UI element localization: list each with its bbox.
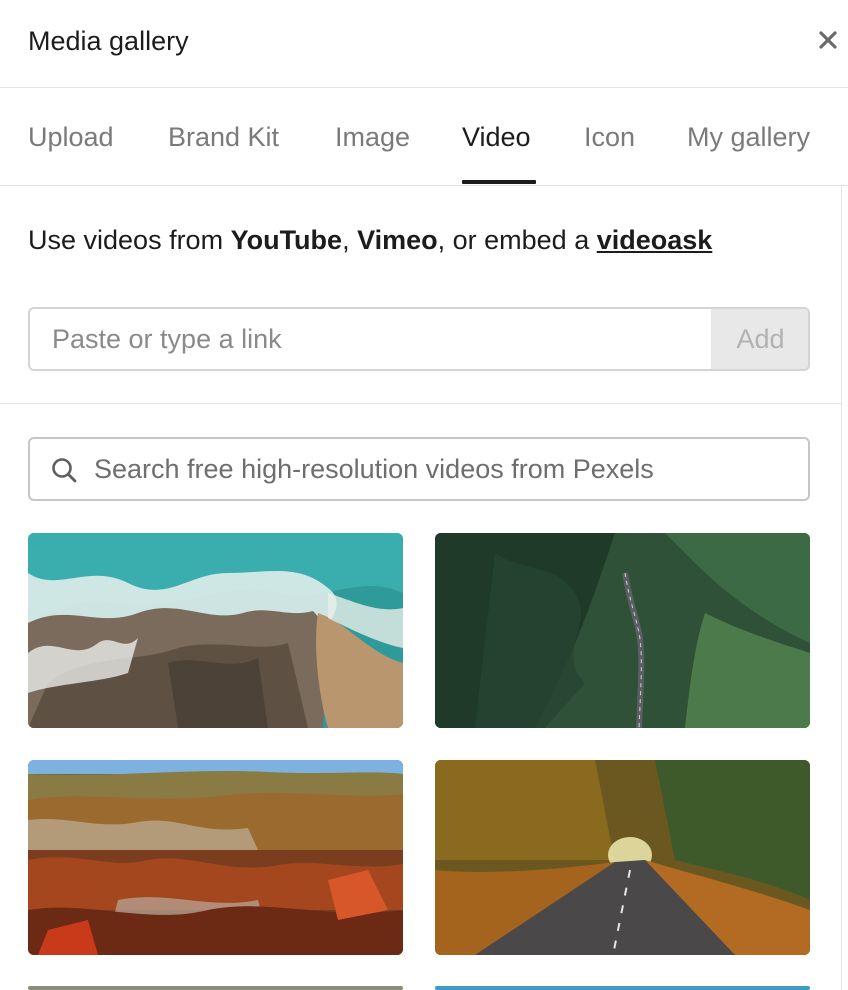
video-thumbnail-forest-road[interactable] (435, 533, 810, 728)
link-input[interactable] (30, 309, 712, 369)
section-divider (0, 403, 841, 404)
dialog-title: Media gallery (28, 26, 189, 56)
youtube-label: YouTube (230, 225, 343, 255)
search-input[interactable] (94, 439, 794, 499)
link-input-group: Add (28, 307, 810, 371)
intro-prefix: Use videos from (28, 225, 231, 255)
videoask-link[interactable]: videoask (597, 225, 713, 255)
intro-middle: , or embed a (437, 225, 597, 255)
tab-my-gallery[interactable]: My gallery (687, 119, 810, 155)
video-thumbnail-autumn-road[interactable] (435, 760, 810, 955)
dialog-header: Media gallery (0, 0, 848, 88)
tab-brand-kit[interactable]: Brand Kit (168, 119, 279, 155)
add-button[interactable]: Add (711, 309, 808, 369)
vimeo-label: Vimeo (357, 225, 438, 255)
video-thumbnail-next-right[interactable] (435, 986, 810, 990)
tab-icon[interactable]: Icon (584, 119, 635, 155)
video-thumbnail-autumn-valley[interactable] (28, 760, 403, 955)
tab-upload[interactable]: Upload (28, 119, 114, 155)
scrollbar-track[interactable] (841, 186, 842, 990)
active-tab-indicator (462, 180, 536, 184)
tab-video[interactable]: Video (462, 119, 531, 155)
intro-comma: , (342, 225, 358, 255)
close-icon[interactable] (814, 26, 842, 54)
video-thumbnail-next-left[interactable] (28, 986, 403, 990)
tab-image[interactable]: Image (335, 119, 410, 155)
pexels-search (28, 437, 810, 501)
search-icon (50, 456, 78, 484)
tab-bar: Upload Brand Kit Image Video Icon My gal… (0, 89, 848, 186)
video-thumbnail-ocean-coast[interactable] (28, 533, 403, 728)
video-sources-text: Use videos from YouTube, Vimeo, or embed… (28, 222, 712, 258)
